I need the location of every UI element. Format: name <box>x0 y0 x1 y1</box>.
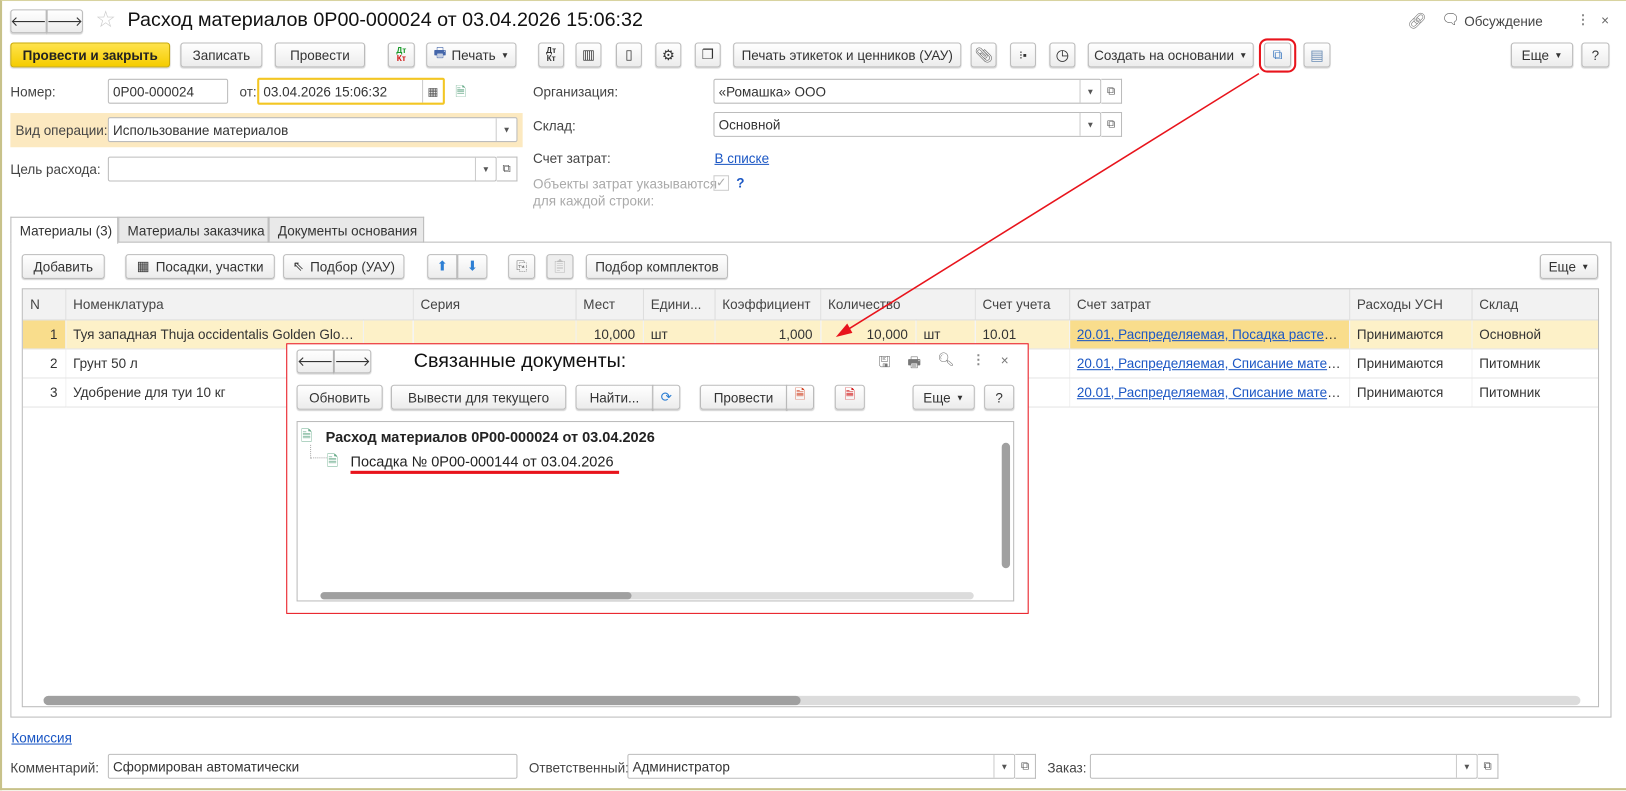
arrow-annotation <box>835 72 1260 338</box>
document-window: 🡐 🡒 ☆ Расход материалов 0Р00-000024 от 0… <box>0 0 1626 791</box>
